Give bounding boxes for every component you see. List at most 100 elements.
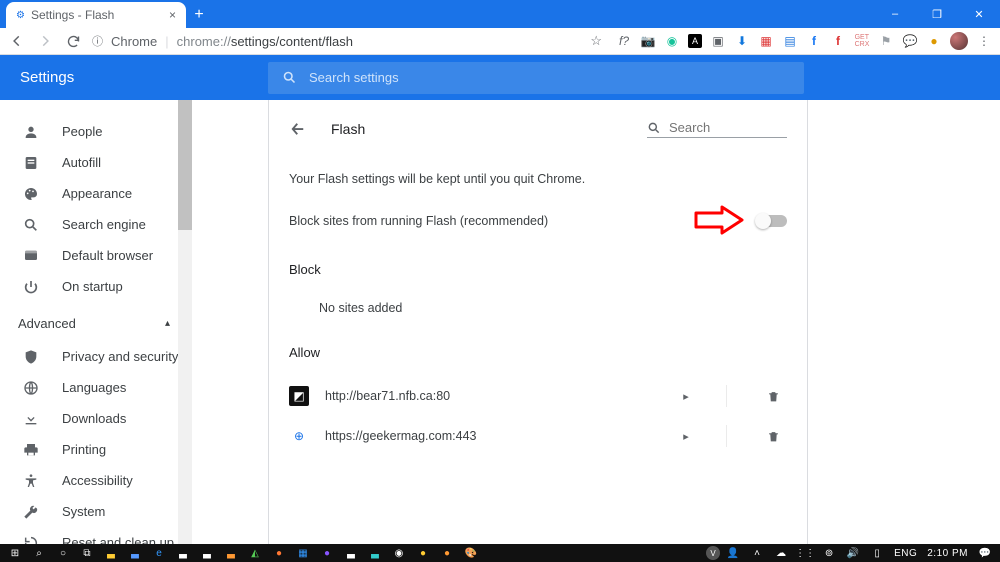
profile-avatar[interactable] [950, 32, 968, 50]
taskview-button[interactable]: ⧉ [76, 544, 98, 562]
ext-news-icon[interactable]: ▤ [782, 33, 798, 49]
forward-button[interactable] [36, 32, 54, 50]
bookmark-star-icon[interactable]: ☆ [590, 33, 602, 49]
tb-word-icon[interactable]: ▃ [220, 544, 242, 562]
tray-notifications-icon[interactable]: 💬 [974, 544, 996, 562]
tb-ff2-icon[interactable]: ● [316, 544, 338, 562]
settings-search-input[interactable] [309, 70, 790, 85]
cortana-button[interactable]: ○ [52, 544, 74, 562]
tray-net-icon[interactable]: ⋮⋮ [794, 544, 816, 562]
site-detail-button[interactable]: ▸ [676, 390, 696, 403]
sidebar-item-languages[interactable]: Languages [0, 372, 192, 403]
search-icon [647, 121, 661, 135]
tray-cloud-icon[interactable]: ☁ [770, 544, 792, 562]
tb-firefox-icon[interactable]: ● [268, 544, 290, 562]
tab-close-icon[interactable]: × [169, 8, 176, 22]
minimize-button[interactable]: – [874, 0, 916, 28]
ext-red-f-icon[interactable]: f [830, 33, 846, 49]
settings-search[interactable] [268, 62, 804, 94]
page-search-input[interactable] [669, 120, 787, 135]
sidebar-advanced-toggle[interactable]: Advanced▴ [0, 308, 192, 339]
site-info-icon[interactable]: ⓘ [92, 33, 103, 49]
ext-get-crx-icon[interactable]: GETCRX [854, 33, 870, 49]
sidebar-item-downloads[interactable]: Downloads [0, 403, 192, 434]
allow-site-list: ◩ http://bear71.nfb.ca:80 ▸ ⊕ https://ge… [269, 376, 807, 456]
close-button[interactable]: ✕ [958, 0, 1000, 28]
ext-f-question-icon[interactable]: f? [616, 33, 632, 49]
block-flash-toggle[interactable] [757, 215, 787, 227]
sidebar-item-reset[interactable]: Reset and clean up [0, 527, 192, 544]
search-button[interactable]: ⌕ [28, 544, 50, 562]
sidebar-item-search-engine[interactable]: Search engine [0, 209, 192, 240]
sidebar-item-accessibility[interactable]: Accessibility [0, 465, 192, 496]
sidebar-item-default-browser[interactable]: Default browser [0, 240, 192, 271]
tb-edge-icon[interactable]: e [148, 544, 170, 562]
flash-notice: Your Flash settings will be kept until y… [269, 172, 807, 186]
site-url: https://geekermag.com:443 [325, 429, 660, 443]
site-delete-button[interactable] [767, 390, 787, 403]
tb-cal-icon[interactable]: ▦ [292, 544, 314, 562]
browser-tab[interactable]: ⚙ Settings - Flash × [6, 2, 186, 28]
site-url: http://bear71.nfb.ca:80 [325, 389, 660, 403]
ext-speech-icon[interactable]: 💬 [902, 33, 918, 49]
settings-sidebar: People Autofill Appearance Search engine… [0, 100, 192, 544]
sidebar-item-privacy[interactable]: Privacy and security [0, 341, 192, 372]
tb-mail-icon[interactable]: ▃ [124, 544, 146, 562]
chevron-up-icon: ▴ [165, 318, 170, 329]
power-icon [22, 279, 40, 295]
tb-yellow-icon[interactable]: ● [412, 544, 434, 562]
tb-explorer-icon[interactable]: ▃ [100, 544, 122, 562]
tb-teal-icon[interactable]: ▃ [364, 544, 386, 562]
ext-square-icon[interactable]: ▣ [710, 33, 726, 49]
ext-red-box-icon[interactable]: ▦ [758, 33, 774, 49]
tray-doc-icon[interactable]: ▯ [866, 544, 888, 562]
new-tab-button[interactable]: + [186, 2, 212, 28]
ext-camera-icon[interactable]: 📷 [640, 33, 656, 49]
tray-people-icon[interactable]: 👤 [722, 544, 744, 562]
tray-volume-icon[interactable]: 🔊 [842, 544, 864, 562]
flash-settings-card: Flash Your Flash settings will be kept u… [268, 100, 808, 544]
ext-cookie-icon[interactable]: ● [926, 33, 942, 49]
allow-site-row[interactable]: ⊕ https://geekermag.com:443 ▸ [269, 416, 807, 456]
tb-ads-icon[interactable]: ◭ [244, 544, 266, 562]
omnibox[interactable]: ⓘ Chrome | chrome://settings/content/fla… [92, 33, 580, 49]
allow-site-row[interactable]: ◩ http://bear71.nfb.ca:80 ▸ [269, 376, 807, 416]
tb-orange-icon[interactable]: ● [436, 544, 458, 562]
start-button[interactable]: ⊞ [4, 544, 26, 562]
titlebar: ⚙ Settings - Flash × + – ❐ ✕ [0, 0, 1000, 28]
sidebar-item-printing[interactable]: Printing [0, 434, 192, 465]
block-section-heading: Block [269, 262, 807, 277]
sidebar-item-system[interactable]: System [0, 496, 192, 527]
site-detail-button[interactable]: ▸ [676, 430, 696, 443]
palette-icon [22, 186, 40, 202]
sidebar-item-people[interactable]: People [0, 116, 192, 147]
ext-flag-icon[interactable]: ⚑ [878, 33, 894, 49]
ext-a-icon[interactable]: A [688, 34, 702, 48]
reload-button[interactable] [64, 32, 82, 50]
menu-icon[interactable]: ⋮ [976, 33, 992, 49]
ext-grammarly-icon[interactable]: ◉ [664, 33, 680, 49]
tray-up-icon[interactable]: ˄ [746, 544, 768, 562]
back-button[interactable] [8, 32, 26, 50]
tb-app-icon[interactable]: ▃ [196, 544, 218, 562]
ext-facebook-icon[interactable]: f [806, 33, 822, 49]
sidebar-item-autofill[interactable]: Autofill [0, 147, 192, 178]
page-search[interactable] [647, 120, 787, 138]
sidebar-item-on-startup[interactable]: On startup [0, 271, 192, 302]
site-delete-button[interactable] [767, 430, 787, 443]
back-arrow-button[interactable] [289, 120, 307, 138]
tb-paint-icon[interactable]: 🎨 [460, 544, 482, 562]
maximize-button[interactable]: ❐ [916, 0, 958, 28]
tray-v-icon[interactable]: V [706, 546, 720, 560]
allow-section-heading: Allow [269, 345, 807, 360]
tb-chrome-icon[interactable]: ◉ [388, 544, 410, 562]
tray-language[interactable]: ENG [894, 548, 917, 559]
tb-bag-icon[interactable]: ▃ [340, 544, 362, 562]
tray-wifi-icon[interactable]: ⊚ [818, 544, 840, 562]
tray-clock[interactable]: 2:10 PM [927, 548, 968, 559]
sidebar-item-appearance[interactable]: Appearance [0, 178, 192, 209]
wrench-icon [22, 504, 40, 520]
ext-download-icon[interactable]: ⬇ [734, 33, 750, 49]
tb-store-icon[interactable]: ▃ [172, 544, 194, 562]
scrollbar-thumb[interactable] [178, 100, 192, 230]
